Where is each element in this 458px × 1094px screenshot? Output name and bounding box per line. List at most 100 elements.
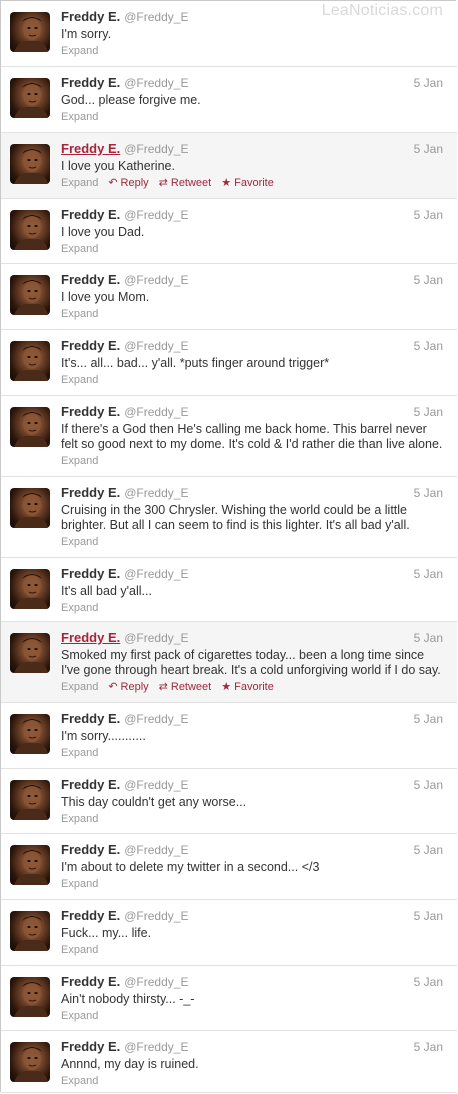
user-name[interactable]: Freddy E. [61,1039,120,1054]
tweet-item[interactable]: Freddy E. @Freddy_E 5 Jan I love you Kather… [1,133,457,199]
retweet-button[interactable]: ⇄ Retweet [159,176,212,191]
user-handle[interactable]: @Freddy_E [124,778,188,792]
avatar[interactable] [10,780,50,820]
favorite-button[interactable]: ★ Favorite [221,176,274,191]
user-name[interactable]: Freddy E. [61,485,120,500]
user-handle[interactable]: @Freddy_E [124,631,188,645]
tweet-date[interactable]: 5 Jan [414,974,443,990]
user-handle[interactable]: @Freddy_E [124,1040,188,1054]
tweet-date[interactable]: 5 Jan [414,908,443,924]
tweet-date[interactable]: 5 Jan [414,842,443,858]
tweet-item[interactable]: Freddy E. @Freddy_E 5 Jan Smoked my first p… [1,622,457,703]
avatar[interactable] [10,1042,50,1082]
tweet-item[interactable]: Freddy E. @Freddy_E 5 Jan This day couldn't… [1,769,457,834]
avatar[interactable] [10,977,50,1017]
expand-link[interactable]: Expand [61,176,98,191]
avatar[interactable] [10,341,50,381]
user-handle[interactable]: @Freddy_E [124,567,188,581]
expand-link[interactable]: Expand [61,1009,98,1024]
tweet-item[interactable]: Freddy E. @Freddy_E 5 Jan Cruising in the 3… [1,477,457,558]
expand-link[interactable]: Expand [61,943,98,958]
user-name[interactable]: Freddy E. [61,974,120,989]
reply-button[interactable]: ↶ Reply [108,176,148,191]
tweet-date[interactable]: 5 Jan [414,711,443,727]
user-name[interactable]: Freddy E. [61,9,120,24]
expand-link[interactable]: Expand [61,746,98,761]
tweet-date[interactable]: 5 Jan [414,566,443,582]
tweet-item[interactable]: Freddy E. @Freddy_E 5 Jan I love you Mom. Ex… [1,264,457,330]
user-handle[interactable]: @Freddy_E [124,76,188,90]
retweet-button[interactable]: ⇄ Retweet [159,680,212,695]
avatar[interactable] [10,845,50,885]
avatar[interactable] [10,12,50,52]
tweet-item[interactable]: Freddy E. @Freddy_E 5 Jan It's... all... ba… [1,330,457,396]
tweet-item[interactable]: Freddy E. @Freddy_E 5 Jan I'm about to dele… [1,834,457,900]
tweet-date[interactable]: 5 Jan [414,141,443,157]
user-handle[interactable]: @Freddy_E [124,405,188,419]
expand-link[interactable]: Expand [61,1074,98,1089]
user-name[interactable]: Freddy E. [61,711,120,726]
user-name[interactable]: Freddy E. [61,842,120,857]
avatar[interactable] [10,210,50,250]
user-handle[interactable]: @Freddy_E [124,339,188,353]
favorite-button[interactable]: ★ Favorite [221,680,274,695]
user-name[interactable]: Freddy E. [61,75,120,90]
user-handle[interactable]: @Freddy_E [124,273,188,287]
avatar[interactable] [10,78,50,118]
tweet-item[interactable]: Freddy E. @Freddy_E 5 Jan Fuck... my... lif… [1,900,457,966]
avatar[interactable] [10,275,50,315]
avatar[interactable] [10,569,50,609]
avatar[interactable] [10,144,50,184]
user-handle[interactable]: @Freddy_E [124,843,188,857]
user-name[interactable]: Freddy E. [61,272,120,287]
tweet-item[interactable]: Freddy E. @Freddy_E 5 Jan Ain't nobody thir… [1,966,457,1031]
avatar[interactable] [10,911,50,951]
user-name[interactable]: Freddy E. [61,207,120,222]
expand-link[interactable]: Expand [61,110,98,125]
avatar[interactable] [10,714,50,754]
user-handle[interactable]: @Freddy_E [124,486,188,500]
user-name[interactable]: Freddy E. [61,338,120,353]
expand-link[interactable]: Expand [61,44,98,59]
expand-link[interactable]: Expand [61,307,98,322]
user-name[interactable]: Freddy E. [61,908,120,923]
tweet-item[interactable]: Freddy E. @Freddy_E 5 Jan I love you Dad. Ex… [1,199,457,264]
tweet-date[interactable]: 5 Jan [414,338,443,354]
tweet-date[interactable]: 5 Jan [414,1039,443,1055]
tweet-date[interactable]: 5 Jan [414,404,443,420]
avatar[interactable] [10,488,50,528]
tweet-date[interactable]: 5 Jan [414,777,443,793]
tweet-item[interactable]: Freddy E. @Freddy_E 5 Jan If there's a God … [1,396,457,477]
tweet-date[interactable]: 5 Jan [414,272,443,288]
user-name[interactable]: Freddy E. [61,630,120,645]
user-handle[interactable]: @Freddy_E [124,142,188,156]
user-name[interactable]: Freddy E. [61,141,120,156]
tweet-date[interactable]: 5 Jan [414,207,443,223]
avatar[interactable] [10,633,50,673]
user-name[interactable]: Freddy E. [61,566,120,581]
expand-link[interactable]: Expand [61,601,98,616]
expand-link[interactable]: Expand [61,242,98,257]
tweet-item[interactable]: Freddy E. @Freddy_E 5 Jan I'm sorry........… [1,703,457,769]
user-handle[interactable]: @Freddy_E [124,975,188,989]
user-handle[interactable]: @Freddy_E [124,712,188,726]
reply-button[interactable]: ↶ Reply [108,680,148,695]
user-handle[interactable]: @Freddy_E [124,10,188,24]
tweet-item[interactable]: Freddy E. @Freddy_E 5 Jan Annnd, my day is … [1,1031,457,1093]
tweet-date[interactable]: 5 Jan [414,485,443,501]
expand-link[interactable]: Expand [61,680,98,695]
tweet-date[interactable]: 5 Jan [414,75,443,91]
expand-link[interactable]: Expand [61,812,98,827]
expand-link[interactable]: Expand [61,454,98,469]
tweet-date[interactable]: 5 Jan [414,630,443,646]
expand-link[interactable]: Expand [61,373,98,388]
tweet-item[interactable]: Freddy E. @Freddy_E 5 Jan God... please for… [1,67,457,133]
user-handle[interactable]: @Freddy_E [124,909,188,923]
user-name[interactable]: Freddy E. [61,777,120,792]
expand-link[interactable]: Expand [61,877,98,892]
user-handle[interactable]: @Freddy_E [124,208,188,222]
avatar[interactable] [10,407,50,447]
user-name[interactable]: Freddy E. [61,404,120,419]
tweet-item[interactable]: Freddy E. @Freddy_E 5 Jan It's all bad y'al… [1,558,457,622]
expand-link[interactable]: Expand [61,535,98,550]
